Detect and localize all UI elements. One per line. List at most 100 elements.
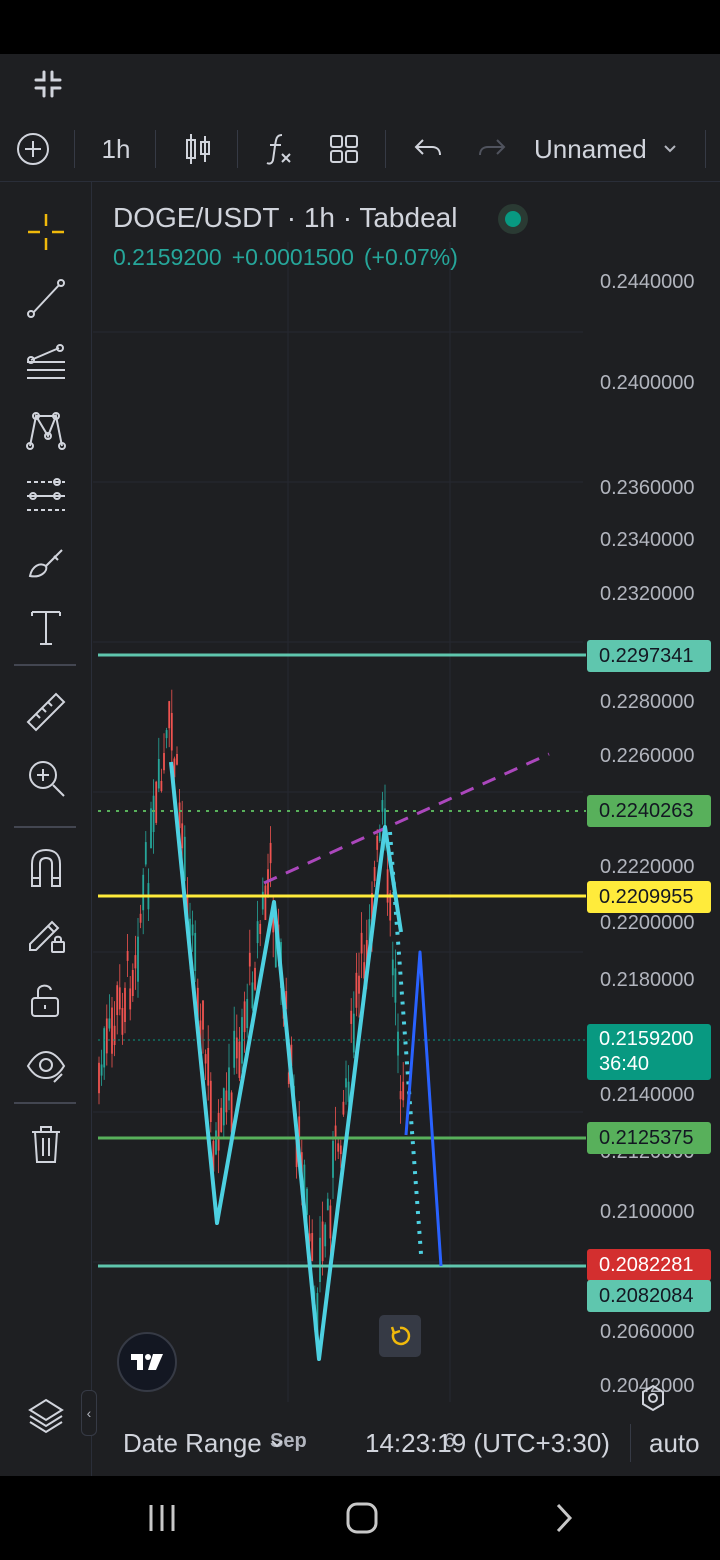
pattern-tool[interactable] [16,400,76,460]
redo-icon [479,139,506,156]
fib-lines-icon [27,344,65,379]
back-button[interactable] [542,1496,586,1540]
candle-body [176,753,178,765]
crosshair-tool[interactable] [16,202,76,262]
recent-apps-button[interactable] [140,1496,184,1540]
object-tree-icon[interactable] [26,1396,66,1436]
layout-name-menu[interactable]: Unnamed [534,116,694,182]
candle-body [402,1081,405,1101]
candle-body [204,1054,207,1064]
undo-icon [414,139,441,156]
candle-body [321,1221,324,1262]
candle-body [113,1025,116,1046]
candle-body [152,795,155,833]
undo-button[interactable] [410,116,446,182]
price-change-percent: (+0.07%) [363,244,458,270]
lock-drawings-tool[interactable] [16,904,76,964]
settings-gear-icon[interactable] [639,1384,667,1412]
chart-type-button[interactable] [180,116,216,182]
level-tag-neckline[interactable]: 0.2209955 [587,881,711,913]
crosshair-icon [28,214,64,250]
candle-body [233,1030,236,1068]
top-toolbar: 1h Unnamed [0,116,720,182]
bar-countdown: 36:40 [599,1053,650,1075]
layout-name-label: Unnamed [534,133,647,164]
level-tag-lower-support[interactable]: 0.2082084 [587,1280,711,1312]
candle-body [103,1028,106,1068]
candle-body [243,1001,246,1033]
candle-body [324,1224,327,1247]
last-price-tag[interactable]: 0.2159200 36:40 [587,1024,711,1080]
candle-body [118,987,121,1010]
candle-body [144,842,147,865]
candle-body [168,701,171,729]
candle-body [124,987,126,1023]
candle-body [215,1130,217,1155]
reset-chart-button[interactable] [379,1315,421,1357]
level-tag-upper-resistance[interactable]: 0.2297341 [587,640,711,672]
candle-body [251,982,254,1009]
level-tag-support[interactable]: 0.2125375 [587,1122,711,1154]
candle-body [394,968,397,1003]
projection-path-line [404,950,443,1267]
brush-icon [28,549,63,578]
candle-body [259,923,262,935]
interval-button[interactable]: 1h [96,116,136,182]
market-status-icon[interactable] [498,204,528,234]
candle-body [225,1090,228,1113]
toolbar-divider [14,826,76,828]
brush-tool[interactable] [16,532,76,592]
chart-pane[interactable]: DOGE/USDT · 1h · Tabdeal 0.2159200 +0.000… [81,182,720,1452]
remove-drawings-tool[interactable] [16,1114,76,1174]
lock-all-tool[interactable] [16,970,76,1030]
candle-body [399,1091,402,1100]
candle-body [108,1018,111,1029]
candle-body [381,800,384,812]
layouts-button[interactable] [326,116,362,182]
timezone-clock[interactable]: 14:23:19 (UTC+3:30) [365,1428,610,1459]
tradingview-logo[interactable] [117,1332,177,1392]
toolbar-separator [74,130,75,168]
level-tag-dotted-resistance[interactable]: 0.2240263 [587,795,711,827]
redo-button[interactable] [474,116,510,182]
candle-body [241,1017,243,1064]
candle-body [105,1018,108,1054]
symbol-legend[interactable]: DOGE/USDT · 1h · Tabdeal [113,202,457,234]
fib-retracement-tool[interactable] [16,334,76,394]
home-button[interactable] [340,1496,384,1540]
candle-body [150,808,152,849]
candle-body [160,780,163,792]
text-icon [31,611,61,645]
indicators-button[interactable] [262,116,296,182]
candle-body [329,1205,332,1239]
pencil-lock-icon [29,920,65,953]
candle-body [397,1031,399,1056]
toolbar-separator [705,130,706,168]
measure-tool[interactable] [16,682,76,742]
auto-scale-button[interactable]: auto [649,1428,700,1459]
candle-body [373,867,376,881]
candle-body [386,869,389,903]
bottom-bar: Date Range 14:23:19 (UTC+3:30) auto [93,1384,720,1476]
candle-body [202,1000,204,1030]
exit-fullscreen-icon[interactable] [32,68,64,100]
candle-body [228,1067,230,1101]
hide-drawings-tool[interactable] [16,1036,76,1096]
candle-body [155,781,158,823]
trend-line-tool[interactable] [16,268,76,328]
price-axis-label: 0.2200000 [600,912,695,934]
zoom-tool[interactable] [16,748,76,808]
ruler-icon [26,692,66,732]
text-tool[interactable] [16,598,76,658]
add-symbol-button[interactable] [14,116,52,182]
price-axis-label: 0.2360000 [600,477,695,499]
last-price: 0.2159200 [113,244,222,270]
forecast-tool[interactable] [16,466,76,526]
home-icon [346,1502,378,1534]
candle-body [246,998,249,1029]
candle-body [256,921,259,944]
magnet-tool[interactable] [16,838,76,898]
candle-body [238,1041,241,1078]
target-price-tag[interactable]: 0.2082281 [587,1249,711,1281]
date-range-button[interactable]: Date Range [123,1428,284,1459]
